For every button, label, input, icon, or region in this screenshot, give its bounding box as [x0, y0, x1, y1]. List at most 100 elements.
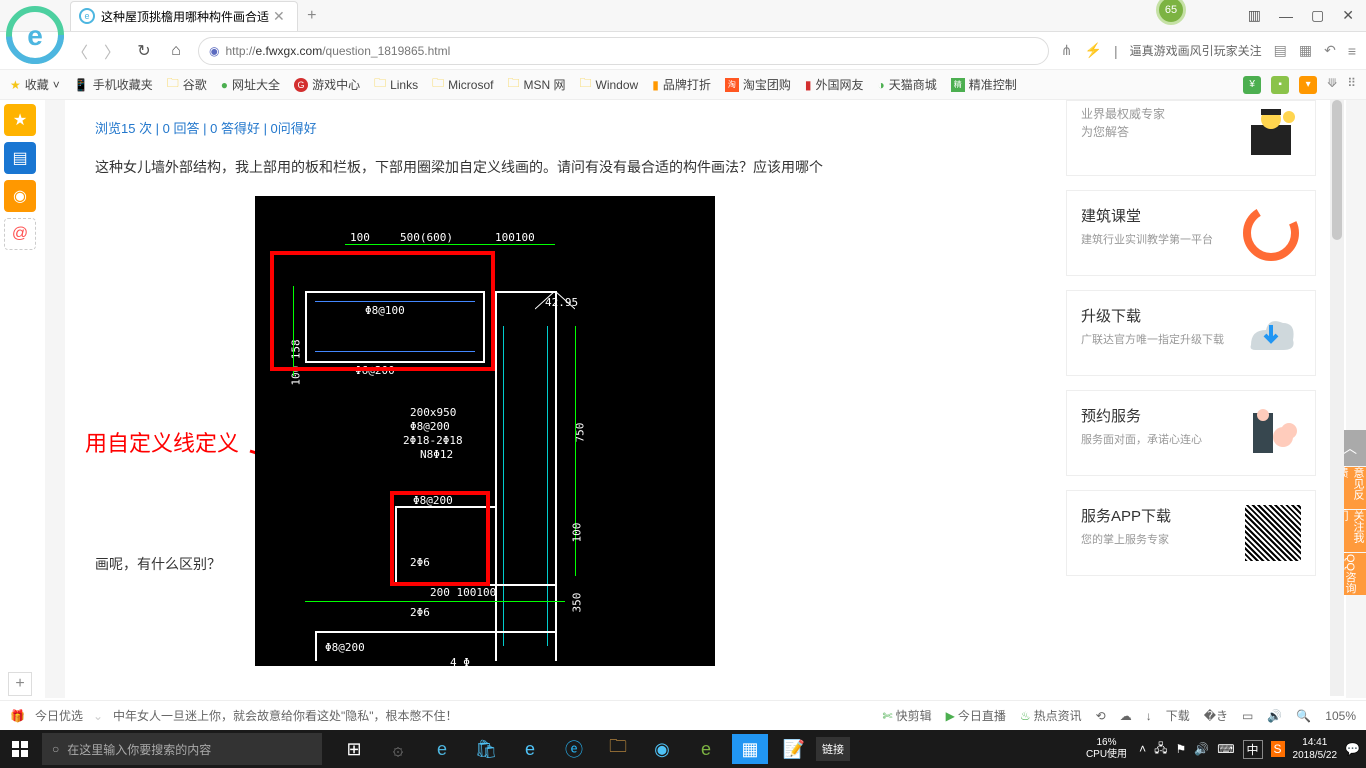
task-app1-icon[interactable]: ۞: [376, 730, 420, 768]
card-expert[interactable]: 业界最权威专家 为您解答: [1066, 100, 1316, 176]
task-note-icon[interactable]: 📝: [772, 730, 816, 768]
ext2-icon[interactable]: ▦: [1299, 42, 1312, 59]
dock-star-icon[interactable]: ★: [4, 104, 36, 136]
info-today[interactable]: 今日优选: [35, 707, 83, 724]
back-button[interactable]: 〈: [70, 39, 90, 63]
vertical-scrollbar[interactable]: [1330, 100, 1344, 696]
tab-favicon-icon: e: [79, 8, 95, 24]
bookmarks-bar: ★收藏 ˅ 📱手机收藏夹 🗀谷歌 ●网址大全 G游戏中心 🗀Links 🗀Mic…: [0, 70, 1366, 100]
minimize-icon[interactable]: —: [1279, 8, 1293, 24]
tray-up-icon[interactable]: ˄: [1139, 742, 1146, 756]
score-badge[interactable]: 65: [1156, 0, 1186, 25]
i5-icon[interactable]: ▭: [1242, 709, 1253, 723]
expand-icon[interactable]: ⟱: [1327, 76, 1337, 94]
task-app3-icon[interactable]: ▦: [732, 734, 768, 764]
i2-icon[interactable]: ☁: [1120, 709, 1132, 723]
bm-fav[interactable]: 收藏: [25, 76, 49, 93]
ime-indicator[interactable]: 中: [1243, 740, 1263, 759]
maximize-icon[interactable]: ▢: [1311, 7, 1324, 24]
card-class[interactable]: 建筑课堂建筑行业实训教学第一平台: [1066, 190, 1316, 276]
bm-mobile[interactable]: 📱手机收藏夹: [74, 76, 153, 93]
i3-icon[interactable]: ↓: [1146, 709, 1152, 723]
browser-logo-icon[interactable]: e: [5, 5, 65, 65]
browser-tab[interactable]: e 这种屋顶挑檐用哪种构件画合适 ✕: [70, 1, 298, 31]
bm-ms[interactable]: 🗀Microsof: [432, 74, 493, 95]
info-live[interactable]: ▶今日直播: [946, 707, 1006, 724]
zoom-icon[interactable]: 🔍: [1296, 709, 1311, 723]
ext-orange-icon[interactable]: ▾: [1299, 76, 1317, 94]
headline-text[interactable]: 逼真游戏画风引玩家关注: [1130, 42, 1262, 59]
bm-foreign[interactable]: ▮外国网友: [805, 76, 864, 93]
speed-icon[interactable]: ⚡: [1085, 42, 1102, 59]
task-explorer-icon[interactable]: 🗀: [596, 730, 640, 768]
target-icon: 精: [951, 78, 965, 92]
task-ie2-icon[interactable]: ⓔ: [552, 730, 596, 768]
bm-games[interactable]: G游戏中心: [294, 76, 360, 93]
task-360-icon[interactable]: e: [684, 730, 728, 768]
task-link-label[interactable]: 链接: [816, 737, 850, 761]
globe-icon: ◉: [209, 44, 219, 58]
bm-msn[interactable]: 🗀MSN 网: [507, 74, 565, 95]
tray-kb-icon[interactable]: ⌨: [1217, 742, 1234, 756]
bm-tmall[interactable]: ◑天猫商城: [877, 76, 936, 93]
game-icon: G: [294, 78, 308, 92]
main-column: 浏览15 次 | 0 回答 | 0 答得好 | 0问得好 这种女儿墙外部结构，我…: [95, 100, 1056, 698]
card-download[interactable]: 升级下载广联达官方唯一指定升级下载: [1066, 290, 1316, 376]
url-input[interactable]: ◉ http://e.fwxgx.com/question_1819865.ht…: [198, 37, 1049, 65]
start-button[interactable]: [0, 730, 40, 768]
reload-button[interactable]: ↻: [134, 41, 154, 61]
star-icon: ★: [10, 78, 21, 92]
red-annotation: 用自定义线定义: [85, 426, 239, 458]
dock-weibo-icon[interactable]: ◉: [4, 180, 36, 212]
card-app[interactable]: 服务APP下载您的掌上服务专家: [1066, 490, 1316, 576]
task-view-icon[interactable]: ⊞: [332, 730, 376, 768]
task-edge-icon[interactable]: e: [420, 730, 464, 768]
tray-net-icon[interactable]: 🖧: [1154, 739, 1167, 760]
scroll-thumb[interactable]: [1332, 100, 1342, 240]
i1-icon[interactable]: ⟲: [1096, 709, 1106, 723]
add-panel-button[interactable]: +: [8, 672, 32, 696]
bm-precise[interactable]: 精精准控制: [951, 76, 1017, 93]
cpu-meter[interactable]: 16%CPU使用: [1082, 737, 1131, 761]
ext1-icon[interactable]: ▤: [1274, 42, 1287, 59]
tab-close-icon[interactable]: ✕: [269, 8, 289, 25]
task-app2-icon[interactable]: ◉: [640, 730, 684, 768]
taskbar-search[interactable]: ○在这里输入你要搜索的内容: [42, 733, 322, 765]
url-path: /question_1819865.html: [322, 44, 450, 58]
info-hot[interactable]: ♨热点资讯: [1020, 707, 1082, 724]
i4-icon[interactable]: �き: [1204, 707, 1228, 724]
info-dl[interactable]: 下载: [1166, 707, 1190, 724]
home-button[interactable]: ⌂: [166, 42, 186, 60]
menu-icon[interactable]: ▥: [1248, 7, 1261, 24]
i6-icon[interactable]: 🔊: [1267, 709, 1282, 723]
tray-flag-icon[interactable]: ⚑: [1175, 742, 1186, 756]
taskbar-clock[interactable]: 14:412018/5/22: [1293, 736, 1338, 762]
menu-bars-icon[interactable]: ≡: [1348, 43, 1356, 59]
ime-s-icon[interactable]: S: [1271, 741, 1285, 757]
info-clip[interactable]: ✄快剪辑: [883, 707, 932, 724]
news-ticker[interactable]: 中年女人一旦迷上你，就会故意给你看这处"隐私"，根本憋不住！: [113, 707, 458, 724]
bm-google[interactable]: 🗀谷歌: [167, 74, 207, 95]
tmall-icon: ◑: [877, 78, 884, 92]
bm-brand[interactable]: ▮品牌打折: [652, 76, 711, 93]
task-ie-icon[interactable]: e: [508, 730, 552, 768]
share-icon[interactable]: ⋔: [1061, 42, 1073, 59]
more-icon[interactable]: ⠿: [1347, 76, 1356, 94]
new-tab-button[interactable]: +: [298, 7, 326, 25]
dock-at-icon[interactable]: @: [4, 218, 36, 250]
forward-button[interactable]: 〉: [102, 39, 122, 63]
bm-taobao[interactable]: 淘淘宝团购: [725, 76, 791, 93]
bm-links[interactable]: 🗀Links: [374, 74, 418, 95]
ext-green2-icon[interactable]: ▪: [1271, 76, 1289, 94]
undo-icon[interactable]: ↶: [1324, 42, 1336, 59]
tray-vol-icon[interactable]: 🔊: [1194, 742, 1209, 756]
ext-green-icon[interactable]: ¥: [1243, 76, 1261, 94]
dock-news-icon[interactable]: ▤: [4, 142, 36, 174]
task-store-icon[interactable]: 🛍: [464, 730, 508, 768]
bm-window[interactable]: 🗀Window: [580, 74, 639, 95]
close-window-icon[interactable]: ✕: [1342, 7, 1354, 24]
notification-icon[interactable]: 💬: [1345, 742, 1360, 756]
highlight-box-top: [270, 251, 495, 371]
bm-sites[interactable]: ●网址大全: [221, 76, 280, 93]
card-service[interactable]: 预约服务服务面对面，承诺心连心: [1066, 390, 1316, 476]
